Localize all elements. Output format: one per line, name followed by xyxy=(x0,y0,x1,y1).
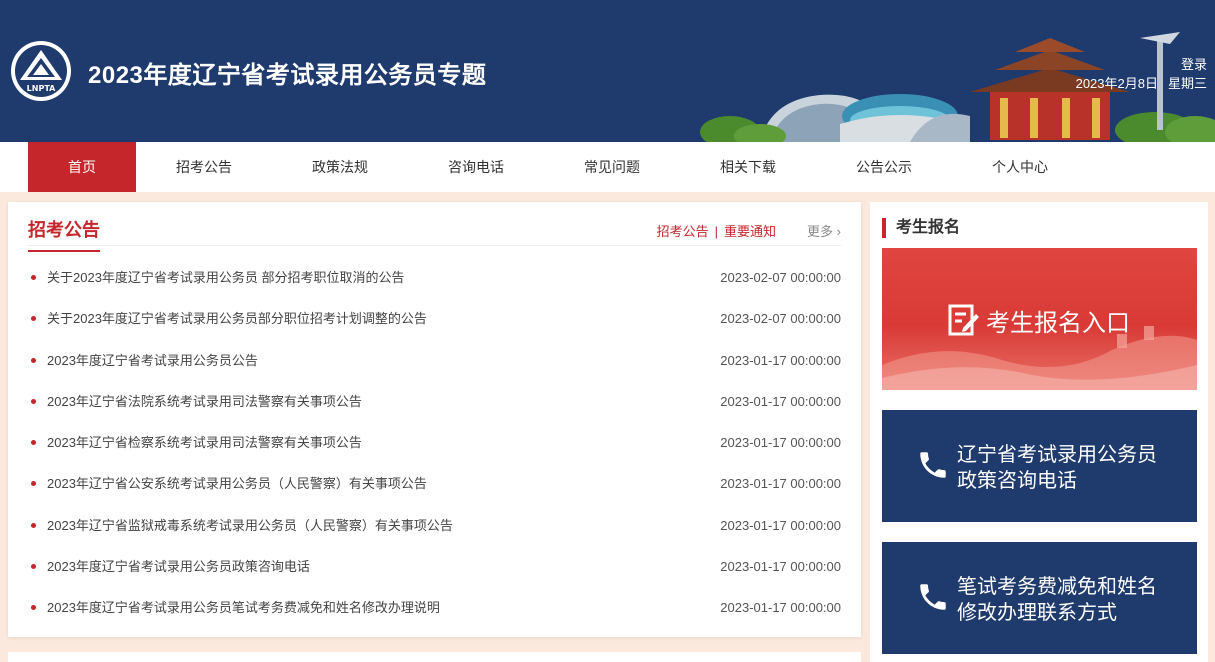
card-line-2: 政策咨询电话 xyxy=(957,470,1077,492)
news-title[interactable]: 2023年辽宁省检察系统考试录用司法警察有关事项公告 xyxy=(47,422,362,463)
nav-home[interactable]: 首页 xyxy=(28,142,136,192)
phone-icon xyxy=(920,452,946,478)
news-title[interactable]: 关于2023年度辽宁省考试录用公务员部分职位招考计划调整的公告 xyxy=(47,298,427,339)
news-title[interactable]: 2023年辽宁省监狱戒毒系统考试录用公务员（人民警察）有关事项公告 xyxy=(47,505,453,546)
nav-personal-center[interactable]: 个人中心 xyxy=(966,142,1074,192)
news-date: 2023-01-17 00:00:00 xyxy=(720,600,841,616)
register-entry-label[interactable]: 考生报名入口 xyxy=(986,303,1130,338)
nav-downloads[interactable]: 相关下载 xyxy=(694,142,802,192)
tab-separator: | xyxy=(714,224,718,239)
nav-policies[interactable]: 政策法规 xyxy=(286,142,394,192)
news-date: 2023-02-07 00:00:00 xyxy=(720,311,841,327)
nav-faq[interactable]: 常见问题 xyxy=(558,142,666,192)
bullet-icon xyxy=(31,398,36,404)
login-link[interactable]: 登录 xyxy=(1181,54,1207,73)
lnpta-logo-icon: LNPTA xyxy=(11,41,71,101)
bullet-icon xyxy=(31,357,36,363)
news-date: 2023-01-17 00:00:00 xyxy=(720,393,841,409)
register-entry-button[interactable]: 考生报名入口 xyxy=(882,248,1197,390)
list-item[interactable]: 2023年度辽宁省考试录用公务员公告 2023-01-17 00:00:00 xyxy=(28,340,841,381)
phone-icon xyxy=(920,584,946,610)
bullet-icon xyxy=(31,605,36,611)
news-date: 2023-01-17 00:00:00 xyxy=(720,559,841,575)
card-line-1: 辽宁省考试录用公务员 xyxy=(957,444,1157,466)
news-list: 关于2023年度辽宁省考试录用公务员 部分招考职位取消的公告 2023-02-07… xyxy=(28,257,841,629)
site-header: LNPTA 2023年度辽宁省考试录用公务员专题 登录 2023年2月8日 星期三 xyxy=(0,0,1215,142)
news-title[interactable]: 2023年辽宁省公安系统考试录用公务员（人民警察）有关事项公告 xyxy=(47,463,427,504)
list-item[interactable]: 2023年度辽宁省考试录用公务员政策咨询电话 2023-01-17 00:00:0… xyxy=(28,546,841,587)
news-title[interactable]: 2023年辽宁省法院系统考试录用司法警察有关事项公告 xyxy=(47,381,362,422)
divider xyxy=(28,245,841,246)
news-title[interactable]: 2023年度辽宁省考试录用公务员公告 xyxy=(47,340,258,381)
fee-waiver-contact-card[interactable]: 笔试考务费减免和姓名 修改办理联系方式 xyxy=(882,542,1197,654)
sidebar-title: 考生报名 xyxy=(882,218,960,238)
bullet-icon xyxy=(31,481,36,487)
news-date: 2023-01-17 00:00:00 xyxy=(720,352,841,368)
more-link[interactable]: 更多 › xyxy=(807,221,841,240)
current-date: 2023年2月8日 星期三 xyxy=(1066,73,1207,92)
tab-recruitment-notices[interactable]: 招考公告 xyxy=(657,224,709,239)
bullet-icon xyxy=(31,275,36,280)
bullet-icon xyxy=(31,440,36,446)
list-item[interactable]: 2023年辽宁省监狱戒毒系统考试录用公务员（人民警察）有关事项公告 2023-01… xyxy=(28,505,841,546)
policy-hotline-card[interactable]: 辽宁省考试录用公务员 政策咨询电话 xyxy=(882,410,1197,522)
weekday-text: 星期三 xyxy=(1167,76,1207,91)
panel-title: 招考公告 xyxy=(28,216,100,252)
news-title[interactable]: 2023年度辽宁省考试录用公务员政策咨询电话 xyxy=(47,546,310,587)
news-title[interactable]: 2023年度辽宁省考试录用公务员笔试考务费减免和姓名修改办理说明 xyxy=(47,587,440,628)
bullet-icon xyxy=(31,564,36,570)
nav-hotline[interactable]: 咨询电话 xyxy=(422,142,530,192)
site-title: 2023年度辽宁省考试录用公务员专题 xyxy=(88,62,487,89)
list-item[interactable]: 2023年辽宁省公安系统考试录用公务员（人民警察）有关事项公告 2023-01-1… xyxy=(28,463,841,504)
news-date: 2023-01-17 00:00:00 xyxy=(720,476,841,492)
news-title[interactable]: 关于2023年度辽宁省考试录用公务员 部分招考职位取消的公告 xyxy=(47,257,405,298)
list-item[interactable]: 2023年辽宁省检察系统考试录用司法警察有关事项公告 2023-01-17 00:… xyxy=(28,422,841,463)
edit-form-icon xyxy=(948,304,979,336)
list-item[interactable]: 关于2023年度辽宁省考试录用公务员 部分招考职位取消的公告 2023-02-07… xyxy=(28,257,841,298)
bullet-icon xyxy=(31,316,36,322)
bullet-icon xyxy=(31,522,36,528)
list-item[interactable]: 2023年辽宁省法院系统考试录用司法警察有关事项公告 2023-01-17 00:… xyxy=(28,381,841,422)
news-date: 2023-02-07 00:00:00 xyxy=(720,270,841,285)
tab-important-notices[interactable]: 重要通知 xyxy=(724,224,776,239)
next-panel-edge xyxy=(8,652,861,662)
logo-text: LNPTA xyxy=(27,84,56,93)
nav-recruitment-notices[interactable]: 招考公告 xyxy=(150,142,258,192)
card-line-2: 修改办理联系方式 xyxy=(957,602,1117,624)
card-line-1: 笔试考务费减免和姓名 xyxy=(957,576,1157,598)
main-nav: 首页 招考公告 政策法规 咨询电话 常见问题 相关下载 公告公示 个人中心 xyxy=(0,142,1215,192)
announcements-panel: 招考公告 招考公告 | 重要通知 更多 › 关于2023年度辽宁省考试录用公务员 部… xyxy=(8,202,861,637)
news-date: 2023-01-17 00:00:00 xyxy=(720,517,841,533)
list-item[interactable]: 2023年度辽宁省考试录用公务员笔试考务费减免和姓名修改办理说明 2023-01-… xyxy=(28,587,841,628)
news-date: 2023-01-17 00:00:00 xyxy=(720,435,841,451)
registration-sidebar: 考生报名 考生报名入口 辽宁省考试录用公务员 政策咨询电话 笔试考务费减免和姓名… xyxy=(870,202,1208,662)
date-text: 2023年2月8日 xyxy=(1075,76,1158,91)
panel-tabs: 招考公告 | 重要通知 xyxy=(657,221,776,240)
list-item[interactable]: 关于2023年度辽宁省考试录用公务员部分职位招考计划调整的公告 2023-02-0… xyxy=(28,298,841,339)
nav-public-notices[interactable]: 公告公示 xyxy=(830,142,938,192)
